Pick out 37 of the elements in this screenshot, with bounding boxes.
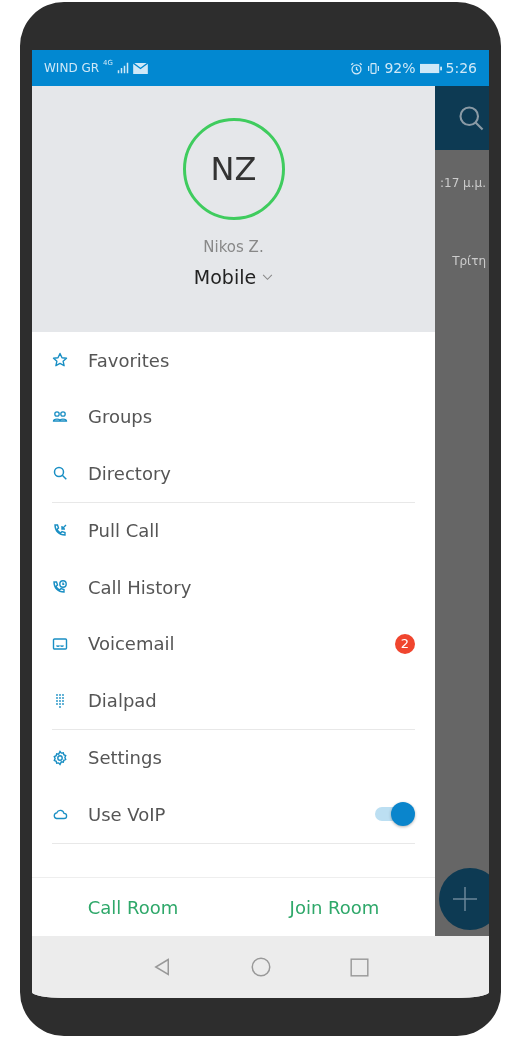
mail-icon [132,62,148,74]
menu-item[interactable]: Call History [32,559,415,616]
phone-arrow-icon [52,522,68,539]
search-icon[interactable] [457,104,485,132]
avatar-initials: NZ [182,118,285,220]
add-button[interactable] [439,868,489,930]
menu-item[interactable]: Voicemail 2 [32,615,415,672]
menu-item[interactable]: Dialpad [32,672,415,729]
signal-icon [116,62,129,74]
battery-percent: 92% [384,60,416,76]
carrier-name: WIND GR [44,61,100,75]
settings-icon [52,749,68,766]
phone-clock-icon [52,579,68,596]
call-day: Τρίτη [452,254,489,268]
alarm-icon [350,61,364,75]
voip-toggle[interactable] [375,802,415,827]
home-icon[interactable] [251,957,271,977]
menu-item[interactable]: Groups [32,388,415,445]
menu-item[interactable]: Pull Call [32,502,415,559]
clock-time: 5:26 [445,60,477,76]
menu-item[interactable]: Settings [32,729,415,786]
star-icon [52,352,68,369]
menu-item[interactable]: Favorites [32,332,415,389]
voicemail-icon [52,635,68,652]
chevron-down-icon [262,273,274,281]
recents-icon[interactable] [350,957,370,977]
vibrate-icon [367,61,381,75]
battery-icon [419,62,442,74]
group-icon [52,408,68,425]
user-name: Nikos Z. [203,238,264,256]
menu-item[interactable]: Directory [32,445,415,502]
call-time: :17 μ.μ. [439,176,487,190]
count-badge: 2 [395,633,415,654]
device-dropdown[interactable]: Mobile [193,266,274,288]
menu-item[interactable]: Use VoIP [32,786,415,843]
search-icon [52,465,68,482]
plus-icon [453,887,477,911]
